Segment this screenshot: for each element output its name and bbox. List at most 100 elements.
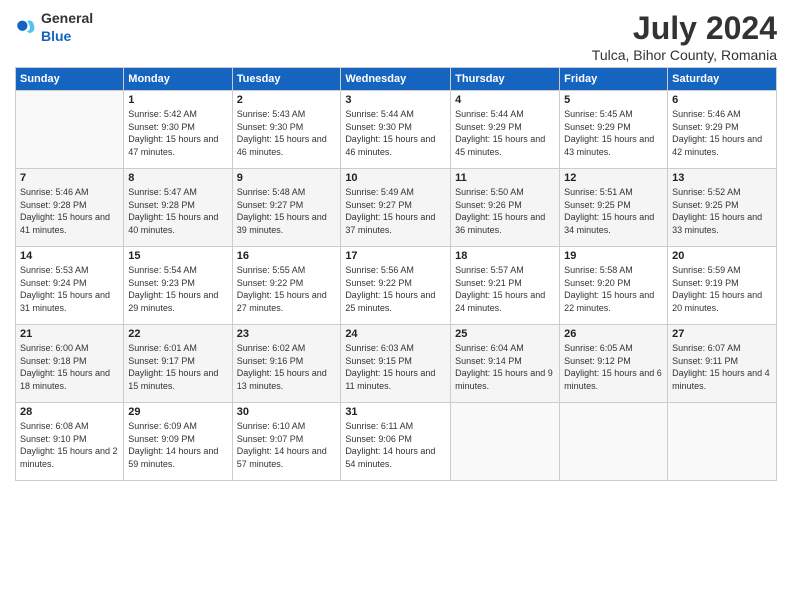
- calendar-cell: 2 Sunrise: 5:43 AM Sunset: 9:30 PM Daylig…: [232, 91, 341, 169]
- calendar-cell: 24Sunrise: 6:03 AM Sunset: 9:15 PM Dayli…: [341, 325, 451, 403]
- day-info: Sunrise: 5:50 AM Sunset: 9:26 PM Dayligh…: [455, 186, 555, 236]
- day-info: Sunrise: 5:51 AM Sunset: 9:25 PM Dayligh…: [564, 186, 663, 236]
- calendar-cell: 29 Sunrise: 6:09 AM Sunset: 9:09 PM Dayli…: [124, 403, 232, 481]
- day-number: 5: [564, 94, 663, 106]
- calendar-cell: 20 Sunrise: 5:59 AM Sunset: 9:19 PM Dayli…: [668, 247, 777, 325]
- day-info: Sunrise: 5:58 AM Sunset: 9:20 PM Dayligh…: [564, 264, 663, 314]
- calendar-cell: 14Sunrise: 5:53 AM Sunset: 9:24 PM Dayli…: [16, 247, 124, 325]
- day-number: 4: [455, 94, 555, 106]
- day-number: 10: [345, 172, 446, 184]
- weekday-header-tuesday: Tuesday: [232, 68, 341, 91]
- day-info: Sunrise: 5:46 AM Sunset: 9:29 PM Dayligh…: [672, 108, 772, 158]
- day-info: Sunrise: 6:11 AM Sunset: 9:06 PM Dayligh…: [345, 420, 446, 470]
- day-info: Sunrise: 5:59 AM Sunset: 9:19 PM Dayligh…: [672, 264, 772, 314]
- calendar-cell: 10Sunrise: 5:49 AM Sunset: 9:27 PM Dayli…: [341, 169, 451, 247]
- day-number: 2: [237, 94, 337, 106]
- day-number: 25: [455, 328, 555, 340]
- day-info: Sunrise: 5:46 AM Sunset: 9:28 PM Dayligh…: [20, 186, 119, 236]
- calendar-cell: 22 Sunrise: 6:01 AM Sunset: 9:17 PM Dayli…: [124, 325, 232, 403]
- day-info: Sunrise: 6:00 AM Sunset: 9:18 PM Dayligh…: [20, 342, 119, 392]
- week-row-4: 21 Sunrise: 6:00 AM Sunset: 9:18 PM Dayli…: [16, 325, 777, 403]
- header: General Blue July 2024 Tulca, Bihor Coun…: [15, 10, 777, 63]
- calendar-cell: [16, 91, 124, 169]
- day-info: Sunrise: 5:45 AM Sunset: 9:29 PM Dayligh…: [564, 108, 663, 158]
- calendar-cell: 5 Sunrise: 5:45 AM Sunset: 9:29 PM Daylig…: [560, 91, 668, 169]
- weekday-header-thursday: Thursday: [451, 68, 560, 91]
- day-info: Sunrise: 5:57 AM Sunset: 9:21 PM Dayligh…: [455, 264, 555, 314]
- day-number: 16: [237, 250, 337, 262]
- calendar-cell: 1 Sunrise: 5:42 AM Sunset: 9:30 PM Daylig…: [124, 91, 232, 169]
- calendar-table: SundayMondayTuesdayWednesdayThursdayFrid…: [15, 67, 777, 481]
- calendar-cell: 26 Sunrise: 6:05 AM Sunset: 9:12 PM Dayli…: [560, 325, 668, 403]
- weekday-header-wednesday: Wednesday: [341, 68, 451, 91]
- logo-text: General Blue: [41, 10, 93, 46]
- logo-icon: [15, 17, 37, 39]
- calendar-cell: 8 Sunrise: 5:47 AM Sunset: 9:28 PM Daylig…: [124, 169, 232, 247]
- calendar-cell: 25 Sunrise: 6:04 AM Sunset: 9:14 PM Dayli…: [451, 325, 560, 403]
- weekday-header-row: SundayMondayTuesdayWednesdayThursdayFrid…: [16, 68, 777, 91]
- day-info: Sunrise: 6:08 AM Sunset: 9:10 PM Dayligh…: [20, 420, 119, 470]
- day-info: Sunrise: 6:09 AM Sunset: 9:09 PM Dayligh…: [128, 420, 227, 470]
- day-number: 27: [672, 328, 772, 340]
- weekday-header-friday: Friday: [560, 68, 668, 91]
- calendar-cell: 13 Sunrise: 5:52 AM Sunset: 9:25 PM Dayli…: [668, 169, 777, 247]
- calendar-cell: [668, 403, 777, 481]
- day-number: 19: [564, 250, 663, 262]
- day-info: Sunrise: 5:55 AM Sunset: 9:22 PM Dayligh…: [237, 264, 337, 314]
- day-info: Sunrise: 5:47 AM Sunset: 9:28 PM Dayligh…: [128, 186, 227, 236]
- day-info: Sunrise: 5:52 AM Sunset: 9:25 PM Dayligh…: [672, 186, 772, 236]
- day-number: 15: [128, 250, 227, 262]
- day-number: 9: [237, 172, 337, 184]
- day-number: 7: [20, 172, 119, 184]
- day-info: Sunrise: 5:48 AM Sunset: 9:27 PM Dayligh…: [237, 186, 337, 236]
- calendar-cell: 11 Sunrise: 5:50 AM Sunset: 9:26 PM Dayli…: [451, 169, 560, 247]
- day-number: 8: [128, 172, 227, 184]
- title-block: July 2024 Tulca, Bihor County, Romania: [592, 10, 777, 63]
- day-info: Sunrise: 5:54 AM Sunset: 9:23 PM Dayligh…: [128, 264, 227, 314]
- calendar-cell: 21 Sunrise: 6:00 AM Sunset: 9:18 PM Dayli…: [16, 325, 124, 403]
- day-number: 22: [128, 328, 227, 340]
- day-number: 3: [345, 94, 446, 106]
- day-number: 23: [237, 328, 337, 340]
- day-info: Sunrise: 5:44 AM Sunset: 9:29 PM Dayligh…: [455, 108, 555, 158]
- calendar-cell: 23 Sunrise: 6:02 AM Sunset: 9:16 PM Dayli…: [232, 325, 341, 403]
- logo-general: General: [41, 10, 93, 26]
- day-number: 30: [237, 406, 337, 418]
- day-info: Sunrise: 6:10 AM Sunset: 9:07 PM Dayligh…: [237, 420, 337, 470]
- calendar-cell: 12Sunrise: 5:51 AM Sunset: 9:25 PM Dayli…: [560, 169, 668, 247]
- calendar-cell: 6Sunrise: 5:46 AM Sunset: 9:29 PM Daylig…: [668, 91, 777, 169]
- day-info: Sunrise: 5:53 AM Sunset: 9:24 PM Dayligh…: [20, 264, 119, 314]
- day-number: 21: [20, 328, 119, 340]
- calendar-cell: 16 Sunrise: 5:55 AM Sunset: 9:22 PM Dayli…: [232, 247, 341, 325]
- day-number: 20: [672, 250, 772, 262]
- week-row-2: 7 Sunrise: 5:46 AM Sunset: 9:28 PM Daylig…: [16, 169, 777, 247]
- day-info: Sunrise: 5:43 AM Sunset: 9:30 PM Dayligh…: [237, 108, 337, 158]
- day-info: Sunrise: 6:07 AM Sunset: 9:11 PM Dayligh…: [672, 342, 772, 392]
- day-info: Sunrise: 6:01 AM Sunset: 9:17 PM Dayligh…: [128, 342, 227, 392]
- day-number: 26: [564, 328, 663, 340]
- month-title: July 2024: [592, 10, 777, 47]
- calendar-cell: [451, 403, 560, 481]
- logo-blue: Blue: [41, 28, 71, 44]
- calendar-cell: 9 Sunrise: 5:48 AM Sunset: 9:27 PM Daylig…: [232, 169, 341, 247]
- day-number: 11: [455, 172, 555, 184]
- day-info: Sunrise: 5:42 AM Sunset: 9:30 PM Dayligh…: [128, 108, 227, 158]
- calendar-cell: 19 Sunrise: 5:58 AM Sunset: 9:20 PM Dayli…: [560, 247, 668, 325]
- day-info: Sunrise: 5:44 AM Sunset: 9:30 PM Dayligh…: [345, 108, 446, 158]
- day-number: 18: [455, 250, 555, 262]
- logo: General Blue: [15, 10, 93, 46]
- calendar-cell: 3 Sunrise: 5:44 AM Sunset: 9:30 PM Daylig…: [341, 91, 451, 169]
- day-number: 13: [672, 172, 772, 184]
- day-info: Sunrise: 6:02 AM Sunset: 9:16 PM Dayligh…: [237, 342, 337, 392]
- calendar-cell: 18 Sunrise: 5:57 AM Sunset: 9:21 PM Dayli…: [451, 247, 560, 325]
- day-info: Sunrise: 6:05 AM Sunset: 9:12 PM Dayligh…: [564, 342, 663, 392]
- day-info: Sunrise: 6:04 AM Sunset: 9:14 PM Dayligh…: [455, 342, 555, 392]
- week-row-1: 1 Sunrise: 5:42 AM Sunset: 9:30 PM Daylig…: [16, 91, 777, 169]
- calendar-cell: 28Sunrise: 6:08 AM Sunset: 9:10 PM Dayli…: [16, 403, 124, 481]
- calendar-cell: 4 Sunrise: 5:44 AM Sunset: 9:29 PM Daylig…: [451, 91, 560, 169]
- day-number: 1: [128, 94, 227, 106]
- weekday-header-sunday: Sunday: [16, 68, 124, 91]
- calendar-cell: 17Sunrise: 5:56 AM Sunset: 9:22 PM Dayli…: [341, 247, 451, 325]
- day-number: 29: [128, 406, 227, 418]
- weekday-header-monday: Monday: [124, 68, 232, 91]
